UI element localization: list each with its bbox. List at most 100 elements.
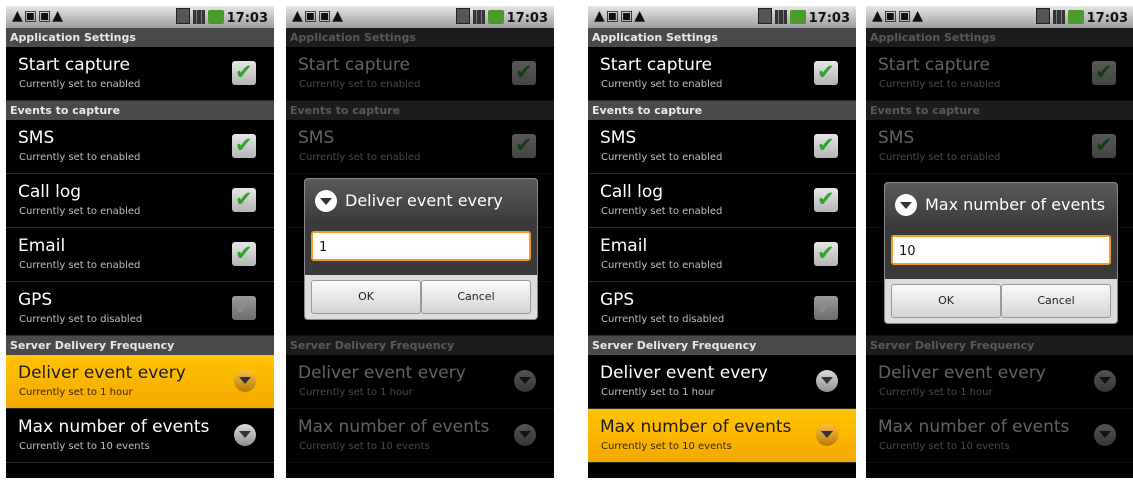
ok-button[interactable]: OK xyxy=(311,280,421,314)
dropdown-icon xyxy=(234,370,256,392)
gps-checkbox[interactable]: ✔ xyxy=(232,295,256,320)
pref-call-log[interactable]: Call log Currently set to enabled ✔ xyxy=(6,174,274,228)
notification-icons: ▲▣▣▲ xyxy=(12,8,64,24)
pref-title: GPS xyxy=(600,290,635,310)
notification-icons: ▲▣▣▲ xyxy=(594,8,646,24)
start-capture-checkbox[interactable]: ✔ xyxy=(232,60,256,85)
gps-checkbox[interactable]: ✔ xyxy=(814,295,838,320)
start-capture-checkbox[interactable]: ✔ xyxy=(814,60,838,85)
pref-gps[interactable]: GPS Currently set to disabled ✔ xyxy=(6,282,274,336)
pref-start-capture[interactable]: Start capture Currently set to enabled ✔ xyxy=(6,47,274,101)
network-3g-icon xyxy=(487,10,504,24)
status-bar: ▲▣▣▲ 17:03 xyxy=(6,6,274,28)
category-server-delivery: Server Delivery Frequency xyxy=(6,336,274,355)
pref-title: Max number of events xyxy=(600,417,792,437)
battery-icon xyxy=(175,8,190,24)
dropdown-circle-icon xyxy=(315,190,337,212)
status-right: 17:03 xyxy=(1035,8,1128,26)
checkmark-icon: ✔ xyxy=(235,187,253,211)
pref-title: Call log xyxy=(600,182,664,202)
pref-summary: Currently set to enabled xyxy=(19,79,141,90)
checkmark-icon: ✔ xyxy=(817,133,835,157)
network-3g-icon xyxy=(1067,10,1084,24)
checkmark-icon: ✔ xyxy=(817,60,835,84)
notification-icons: ▲▣▣▲ xyxy=(292,8,344,24)
pref-title: Deliver event every xyxy=(600,363,768,383)
pref-gps[interactable]: GPS Currently set to disabled ✔ xyxy=(588,282,856,336)
checkmark-icon: ✔ xyxy=(235,295,253,319)
dialog-buttons: OK Cancel xyxy=(305,275,537,319)
status-bar: ▲▣▣▲ 17:03 xyxy=(588,6,856,28)
status-right: 17:03 xyxy=(757,8,850,26)
signal-icon xyxy=(1052,10,1065,24)
checkmark-icon: ✔ xyxy=(817,187,835,211)
dropdown-icon xyxy=(234,424,256,446)
pref-title: Start capture xyxy=(600,55,713,75)
checkmark-icon: ✔ xyxy=(817,241,835,265)
pref-email[interactable]: Email Currently set to enabled ✔ xyxy=(6,228,274,282)
clock: 17:03 xyxy=(1086,11,1128,26)
pref-sms[interactable]: SMS Currently set to enabled ✔ xyxy=(6,120,274,174)
dialog-title: Max number of events xyxy=(925,195,1106,214)
pref-max-events[interactable]: Max number of events Currently set to 10… xyxy=(588,409,856,463)
pref-max-events[interactable]: Max number of events Currently set to 10… xyxy=(6,409,274,463)
pref-summary: Currently set to enabled xyxy=(601,206,723,217)
screen-max-dialog: ▲▣▣▲ 17:03 Application Settings Start ca… xyxy=(866,6,1133,478)
pref-summary: Currently set to disabled xyxy=(19,314,143,325)
pref-title: Email xyxy=(600,236,648,256)
pref-summary: Currently set to enabled xyxy=(19,152,141,163)
cancel-button[interactable]: Cancel xyxy=(1001,284,1111,318)
sms-checkbox[interactable]: ✔ xyxy=(232,133,256,158)
dialog-header: Deliver event every xyxy=(305,179,537,223)
pref-summary: Currently set to enabled xyxy=(19,260,141,271)
checkmark-icon: ✔ xyxy=(817,295,835,319)
pref-deliver-event-every[interactable]: Deliver event every Currently set to 1 h… xyxy=(588,355,856,409)
pref-start-capture[interactable]: Start capture Currently set to enabled ✔ xyxy=(588,47,856,101)
screen-settings-deliver-selected: ▲▣▣▲ 17:03 Application Settings Start ca… xyxy=(6,6,274,478)
dialog-buttons: OK Cancel xyxy=(885,279,1117,323)
pref-title: SMS xyxy=(600,128,637,148)
pref-title: GPS xyxy=(18,290,53,310)
dialog-header: Max number of events xyxy=(885,183,1117,227)
pref-title: Start capture xyxy=(18,55,131,75)
pref-summary: Currently set to enabled xyxy=(19,206,141,217)
battery-icon xyxy=(455,8,470,24)
category-application-settings: Application Settings xyxy=(588,28,856,47)
signal-icon xyxy=(192,10,205,24)
deliver-event-dialog: Deliver event every 1 OK Cancel xyxy=(304,178,538,320)
category-server-delivery: Server Delivery Frequency xyxy=(588,336,856,355)
dialog-body: 1 xyxy=(305,223,537,275)
notification-icons: ▲▣▣▲ xyxy=(872,8,924,24)
screen-deliver-dialog: ▲▣▣▲ 17:03 Application Settings Start ca… xyxy=(286,6,554,478)
call-log-checkbox[interactable]: ✔ xyxy=(232,187,256,212)
dialog-body: 10 xyxy=(885,227,1117,279)
pref-call-log[interactable]: Call log Currently set to enabled ✔ xyxy=(588,174,856,228)
status-bar: ▲▣▣▲ 17:03 xyxy=(286,6,554,28)
sms-checkbox[interactable]: ✔ xyxy=(814,133,838,158)
battery-icon xyxy=(757,8,772,24)
status-right: 17:03 xyxy=(455,8,548,26)
dropdown-icon xyxy=(816,424,838,446)
pref-email[interactable]: Email Currently set to enabled ✔ xyxy=(588,228,856,282)
pref-title: Deliver event every xyxy=(18,363,186,383)
call-log-checkbox[interactable]: ✔ xyxy=(814,187,838,212)
pref-summary: Currently set to enabled xyxy=(601,260,723,271)
pref-summary: Currently set to 1 hour xyxy=(601,387,715,398)
max-events-input[interactable]: 10 xyxy=(891,235,1111,265)
clock: 17:03 xyxy=(808,11,850,26)
deliver-interval-input[interactable]: 1 xyxy=(311,231,531,261)
dropdown-circle-icon xyxy=(895,194,917,216)
ok-button[interactable]: OK xyxy=(891,284,1001,318)
email-checkbox[interactable]: ✔ xyxy=(814,241,838,266)
email-checkbox[interactable]: ✔ xyxy=(232,241,256,266)
network-3g-icon xyxy=(207,10,224,24)
pref-summary: Currently set to 10 events xyxy=(19,441,150,452)
pref-title: Max number of events xyxy=(18,417,210,437)
pref-summary: Currently set to enabled xyxy=(601,79,723,90)
pref-sms[interactable]: SMS Currently set to enabled ✔ xyxy=(588,120,856,174)
pref-deliver-event-every[interactable]: Deliver event every Currently set to 1 h… xyxy=(6,355,274,409)
status-right: 17:03 xyxy=(175,8,268,26)
category-events-to-capture: Events to capture xyxy=(6,101,274,120)
screen-settings-max-selected: ▲▣▣▲ 17:03 Application Settings Start ca… xyxy=(588,6,856,478)
cancel-button[interactable]: Cancel xyxy=(421,280,531,314)
